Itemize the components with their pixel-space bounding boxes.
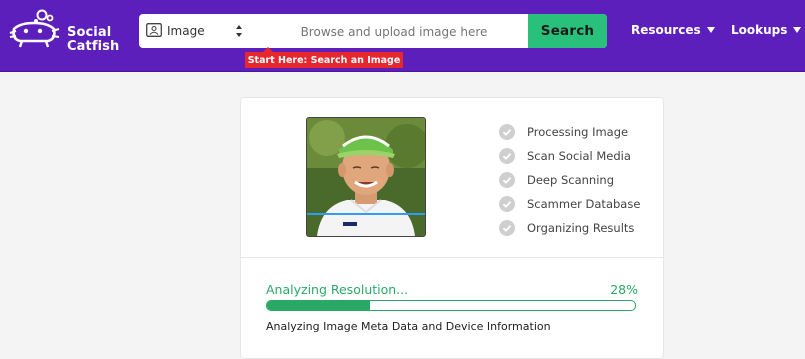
brand-name: Social Catfish	[67, 26, 119, 54]
scan-step: Organizing Results	[499, 216, 640, 240]
caret-down-icon	[793, 27, 802, 33]
social-catfish-logo[interactable]: Social Catfish	[8, 9, 119, 54]
scan-line	[307, 213, 425, 215]
check-circle-icon	[499, 172, 515, 188]
search-type-select[interactable]: Image	[139, 14, 251, 48]
scan-step: Scammer Database	[499, 192, 640, 216]
scan-step-label: Organizing Results	[527, 221, 635, 235]
scan-step-label: Processing Image	[527, 125, 629, 139]
card-divider	[241, 257, 663, 258]
scan-step: Deep Scanning	[499, 168, 640, 192]
brand-name-line1: Social	[67, 25, 112, 40]
progress-status-label: Analyzing Resolution...	[266, 282, 409, 297]
scan-step-label: Scan Social Media	[527, 149, 631, 163]
portrait-image	[307, 118, 425, 236]
uploaded-photo	[306, 117, 426, 237]
check-circle-icon	[499, 196, 515, 212]
top-header: Social Catfish Image Search Start Here: …	[0, 0, 805, 72]
scan-steps-list: Processing Image Scan Social Media Deep …	[499, 120, 640, 240]
progress-bar	[266, 300, 636, 311]
scan-progress-card: Processing Image Scan Social Media Deep …	[240, 97, 664, 359]
scan-step-label: Scammer Database	[527, 197, 641, 211]
caret-down-icon	[706, 27, 715, 33]
check-circle-icon	[499, 148, 515, 164]
check-circle-icon	[499, 124, 515, 140]
search-button[interactable]: Search	[528, 14, 607, 48]
catfish-logo-icon	[9, 9, 60, 48]
start-here-hint: Start Here: Search an Image	[245, 47, 403, 68]
select-updown-icon	[236, 25, 242, 37]
image-upload-input[interactable]	[255, 14, 533, 48]
brand-name-line2: Catfish	[67, 39, 120, 54]
progress-bar-fill	[267, 301, 371, 310]
nav-resources-label: Resources	[631, 23, 701, 37]
image-icon	[146, 23, 162, 37]
nav-resources[interactable]: Resources	[631, 23, 715, 37]
progress-detail: Analyzing Image Meta Data and Device Inf…	[266, 320, 551, 333]
nav-lookups-label: Lookups	[731, 23, 788, 37]
check-circle-icon	[499, 220, 515, 236]
scan-step: Scan Social Media	[499, 144, 640, 168]
scan-step-label: Deep Scanning	[527, 173, 614, 187]
search-type-label: Image	[167, 24, 205, 38]
search-bar: Image Search	[139, 14, 607, 48]
nav-lookups[interactable]: Lookups	[731, 23, 802, 37]
progress-percent: 28%	[610, 282, 638, 297]
scan-step: Processing Image	[499, 120, 640, 144]
